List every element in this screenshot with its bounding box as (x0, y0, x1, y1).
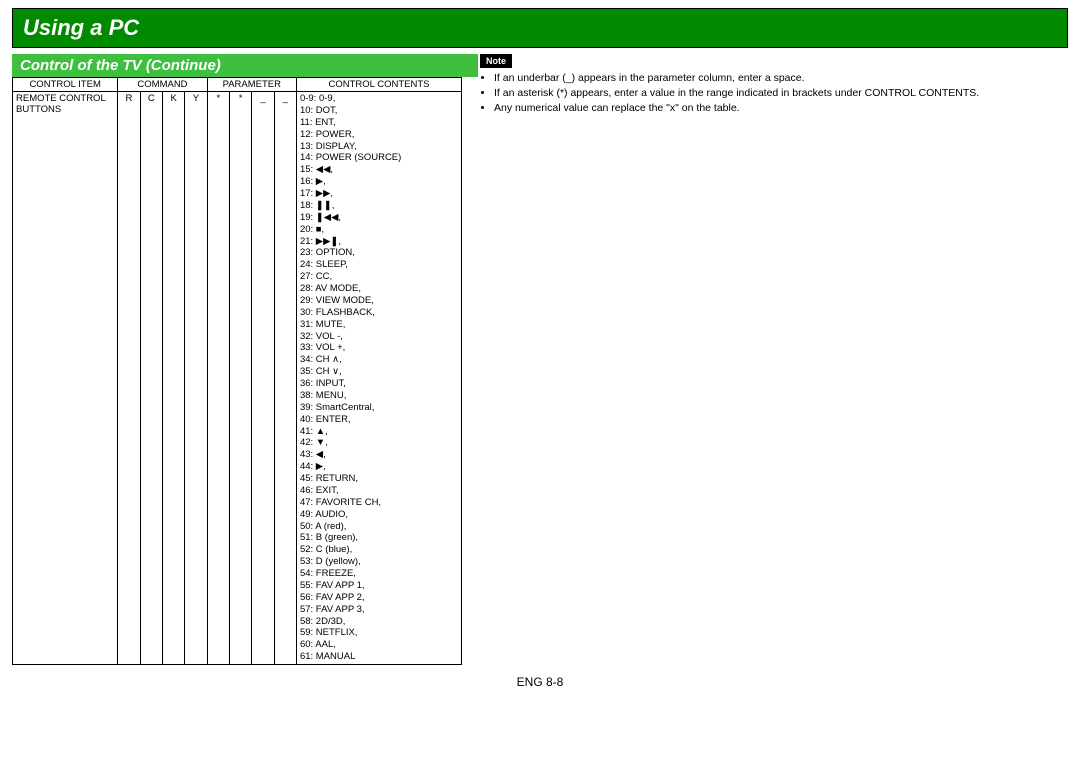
contents-line: 46: EXIT, (300, 485, 458, 497)
contents-line: 44: ▶, (300, 461, 458, 473)
note-badge: Note (480, 54, 512, 68)
contents-line: 20: ■, (300, 224, 458, 236)
contents-line: 17: ▶▶, (300, 188, 458, 200)
cmd-cell: C (140, 92, 162, 665)
th-control-item: CONTROL ITEM (13, 78, 118, 92)
param-cell: * (229, 92, 251, 665)
contents-line: 27: CC, (300, 271, 458, 283)
contents-line: 41: ▲, (300, 426, 458, 438)
contents-line: 56: FAV APP 2, (300, 592, 458, 604)
contents-line: 14: POWER (SOURCE) (300, 152, 458, 164)
contents-line: 34: CH ∧, (300, 354, 458, 366)
note-item: If an asterisk (*) appears, enter a valu… (494, 87, 1068, 100)
contents-line: 40: ENTER, (300, 414, 458, 426)
contents-line: 33: VOL +, (300, 342, 458, 354)
section-subtitle: Control of the TV (Continue) (12, 54, 478, 77)
contents-line: 45: RETURN, (300, 473, 458, 485)
contents-line: 19: ❚◀◀, (300, 212, 458, 224)
contents-line: 13: DISPLAY, (300, 141, 458, 153)
cmd-cell: K (162, 92, 184, 665)
control-contents-cell: 0-9: 0-9,10: DOT,11: ENT,12: POWER,13: D… (296, 92, 461, 665)
contents-line: 60: AAL, (300, 639, 458, 651)
note-list: If an underbar (_) appears in the parame… (480, 72, 1068, 115)
contents-line: 57: FAV APP 3, (300, 604, 458, 616)
page-footer: ENG 8-8 (12, 675, 1068, 689)
contents-line: 32: VOL -, (300, 331, 458, 343)
table-row: REMOTE CONTROL BUTTONS R C K Y * * _ _ 0… (13, 92, 462, 665)
contents-line: 31: MUTE, (300, 319, 458, 331)
contents-line: 12: POWER, (300, 129, 458, 141)
contents-line: 24: SLEEP, (300, 259, 458, 271)
contents-line: 30: FLASHBACK, (300, 307, 458, 319)
contents-line: 53: D (yellow), (300, 556, 458, 568)
contents-line: 35: CH ∨, (300, 366, 458, 378)
contents-line: 54: FREEZE, (300, 568, 458, 580)
contents-line: 47: FAVORITE CH, (300, 497, 458, 509)
page-title: Using a PC (12, 8, 1068, 48)
contents-line: 58: 2D/3D, (300, 616, 458, 628)
contents-line: 61: MANUAL (300, 651, 458, 663)
contents-line: 21: ▶▶❚, (300, 236, 458, 248)
contents-line: 36: INPUT, (300, 378, 458, 390)
contents-line: 15: ◀◀, (300, 164, 458, 176)
control-item-cell: REMOTE CONTROL BUTTONS (13, 92, 118, 665)
contents-line: 52: C (blue), (300, 544, 458, 556)
contents-line: 18: ❚❚, (300, 200, 458, 212)
th-command: COMMAND (118, 78, 207, 92)
note-item: Any numerical value can replace the "x" … (494, 102, 1068, 115)
contents-line: 23: OPTION, (300, 247, 458, 259)
contents-line: 10: DOT, (300, 105, 458, 117)
contents-line: 55: FAV APP 1, (300, 580, 458, 592)
contents-line: 49: AUDIO, (300, 509, 458, 521)
contents-line: 16: ▶, (300, 176, 458, 188)
contents-line: 43: ◀, (300, 449, 458, 461)
param-cell: _ (252, 92, 274, 665)
contents-line: 29: VIEW MODE, (300, 295, 458, 307)
contents-line: 42: ▼, (300, 437, 458, 449)
cmd-cell: R (118, 92, 140, 665)
contents-line: 51: B (green), (300, 532, 458, 544)
control-table: CONTROL ITEM COMMAND PARAMETER CONTROL C… (12, 77, 462, 665)
contents-line: 38: MENU, (300, 390, 458, 402)
contents-line: 28: AV MODE, (300, 283, 458, 295)
contents-line: 59: NETFLIX, (300, 627, 458, 639)
cmd-cell: Y (185, 92, 207, 665)
contents-line: 50: A (red), (300, 521, 458, 533)
contents-line: 11: ENT, (300, 117, 458, 129)
contents-line: 39: SmartCentral, (300, 402, 458, 414)
th-parameter: PARAMETER (207, 78, 296, 92)
param-cell: _ (274, 92, 296, 665)
contents-line: 0-9: 0-9, (300, 93, 458, 105)
param-cell: * (207, 92, 229, 665)
note-item: If an underbar (_) appears in the parame… (494, 72, 1068, 85)
th-contents: CONTROL CONTENTS (296, 78, 461, 92)
